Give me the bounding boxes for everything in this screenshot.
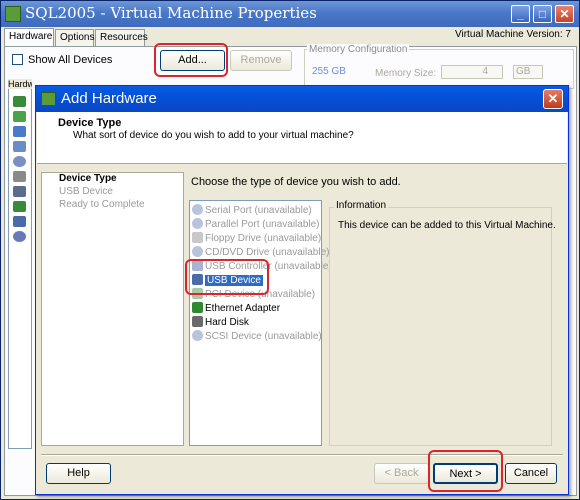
floppy-icon [192,232,203,243]
memory-icon [13,96,26,107]
list-item[interactable]: CD/DVD Drive (unavailable) [192,246,329,259]
tab-hardware[interactable]: Hardware [4,28,54,46]
next-button-highlight [428,450,503,492]
information-caption: Information [334,200,389,211]
disk-icon [13,171,26,182]
maximize-icon[interactable]: □ [533,5,552,23]
cd-drive-icon [192,246,203,257]
show-all-devices-label: Show All Devices [28,54,113,66]
list-item[interactable]: Serial Port (unavailable) [192,204,312,217]
list-item[interactable]: Parallel Port (unavailable) [192,218,320,231]
step-usb-device: USB Device [59,186,113,197]
device-label: Serial Port (unavailable) [205,205,312,216]
network-adapter-icon [192,302,203,313]
close-icon[interactable]: ✕ [555,5,574,23]
memory-size-label: Memory Size: [375,68,437,79]
show-all-devices-checkbox[interactable] [12,54,23,65]
cpu-icon [13,111,26,122]
memory-unit-select[interactable]: GB [513,65,543,79]
tab-options[interactable]: Options [55,29,94,46]
add-hardware-title: Add Hardware [61,90,157,107]
device-label: Hard Disk [205,317,249,328]
back-button[interactable]: < Back [374,463,429,484]
add-hardware-title-bar: Add Hardware ✕ [36,86,568,112]
parallel-port-icon [192,218,203,229]
cd-drive-icon [13,156,26,167]
serial-port-icon [192,204,203,215]
vm-properties-title: SQL2005 - Virtual Machine Properties [25,4,317,22]
list-item[interactable]: Hard Disk [192,316,249,329]
list-item[interactable]: SCSI Device (unavailable) [192,330,322,343]
wizard-header-subtitle: What sort of device do you wish to add t… [73,130,354,141]
vm-version-label: Virtual Machine Version: 7 [455,29,571,40]
serial-icon [13,231,26,242]
device-label: SCSI Device (unavailable) [205,331,322,342]
vm-properties-title-bar: SQL2005 - Virtual Machine Properties _ □… [1,1,579,27]
help-button[interactable]: Help [46,463,111,484]
device-label: Ethernet Adapter [205,303,281,314]
device-label: CD/DVD Drive (unavailable) [205,247,330,258]
device-type-list[interactable]: Serial Port (unavailable) Parallel Port … [189,200,332,446]
cancel-button[interactable]: Cancel [505,463,557,484]
memory-size-spinner[interactable]: 4 [441,65,503,79]
vmci-icon [13,141,26,152]
list-item[interactable]: Ethernet Adapter [192,302,280,315]
tab-resources[interactable]: Resources [95,29,148,46]
wizard-steps-panel: Device Type USB Device Ready to Complete [41,172,184,446]
device-label: Floppy Drive (unavailable) [205,233,322,244]
scsi-device-icon [192,330,203,341]
memory-max-label: 255 GB [312,66,346,77]
vm-app-icon [5,6,21,22]
wizard-header-title: Device Type [58,117,122,129]
add-button-highlight [154,43,228,77]
add-hardware-dialog: Add Hardware ✕ Device Type What sort of … [35,85,569,495]
network-icon [13,201,26,212]
step-device-type: Device Type [59,173,117,184]
controller-icon [13,186,26,197]
display-icon [13,126,26,137]
information-text: This device can be added to this Virtual… [338,220,556,231]
list-item[interactable]: Floppy Drive (unavailable) [192,232,321,245]
wizard-header: Device Type What sort of device do you w… [37,112,567,164]
step-ready-to-complete: Ready to Complete [59,199,145,210]
device-type-prompt: Choose the type of device you wish to ad… [191,176,401,188]
minimize-icon[interactable]: _ [511,5,530,23]
usb-device-highlight [185,259,269,295]
dialog-close-icon[interactable]: ✕ [543,89,563,109]
usb-icon [13,216,26,227]
hardware-column-header: Hardware [8,79,32,89]
hard-disk-icon [192,316,203,327]
add-hardware-icon [41,92,56,106]
memory-configuration-caption: Memory Configuration [307,44,410,55]
remove-button[interactable]: Remove [230,50,292,71]
device-label: Parallel Port (unavailable) [205,219,320,230]
information-group [329,207,552,446]
